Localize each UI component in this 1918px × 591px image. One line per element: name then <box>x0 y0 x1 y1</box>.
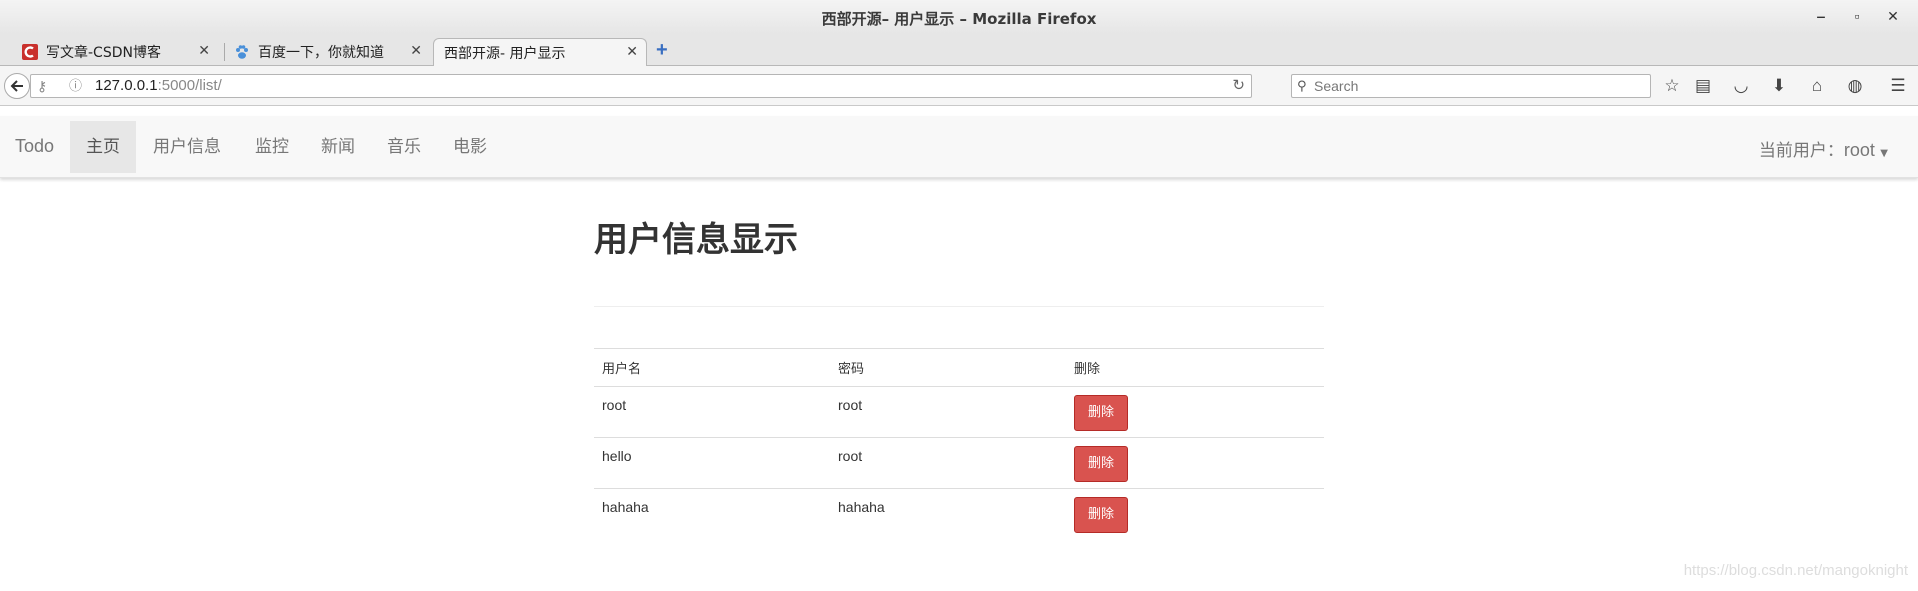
search-icon: ⚲ <box>1297 78 1307 93</box>
url-text: 127.0.0.1:5000/list/ <box>95 77 222 94</box>
bookmark-star-icon[interactable]: ☆ <box>1661 75 1683 97</box>
close-tab-icon[interactable]: ✕ <box>198 43 210 59</box>
menu-icon[interactable]: ☰ <box>1887 75 1909 97</box>
reload-icon[interactable]: ↻ <box>1232 75 1245 97</box>
tab-label: 百度一下，你就知道 <box>258 45 384 61</box>
username-cell: hello <box>594 437 830 489</box>
window-titlebar: 西部开源– 用户显示 – Mozilla Firefox ‒ ▫ ✕ <box>0 0 1918 34</box>
table-row: root root 删除 <box>594 386 1324 438</box>
tab-baidu[interactable]: 百度一下，你就知道 ✕ <box>224 38 430 66</box>
download-icon[interactable]: ⬇ <box>1768 75 1790 97</box>
table-header-row: 用户名 密码 删除 <box>594 348 1324 387</box>
nav-item-music[interactable]: 音乐 <box>371 121 437 173</box>
column-header-username: 用户名 <box>594 348 830 387</box>
url-bar[interactable]: ⚷ ⓘ 127.0.0.1:5000/list/ ↻ <box>30 74 1252 98</box>
key-icon[interactable]: ⚷ <box>37 75 47 97</box>
action-cell: 删除 <box>1066 488 1324 540</box>
divider <box>594 306 1324 307</box>
table-row: hahaha hahaha 删除 <box>594 488 1324 540</box>
back-button[interactable] <box>4 73 30 99</box>
username-cell: root <box>594 386 830 438</box>
minimize-button[interactable]: ‒ <box>1810 6 1832 26</box>
delete-button[interactable]: 删除 <box>1074 395 1128 431</box>
watermark-text: https://blog.csdn.net/mangoknight <box>1683 562 1908 579</box>
password-cell: root <box>830 386 1066 438</box>
sync-icon[interactable]: ◍ <box>1844 75 1866 97</box>
tab-label: 写文章-CSDN博客 <box>46 45 161 61</box>
column-header-password: 密码 <box>830 348 1066 387</box>
tab-label: 西部开源- 用户显示 <box>444 46 566 62</box>
baidu-paw-icon <box>234 44 250 60</box>
column-header-delete: 删除 <box>1066 348 1324 387</box>
close-tab-icon[interactable]: ✕ <box>626 44 638 60</box>
password-cell: root <box>830 437 1066 489</box>
nav-item-home[interactable]: 主页 <box>70 121 136 173</box>
action-cell: 删除 <box>1066 437 1324 489</box>
current-user-label: 当前用户： <box>1758 141 1844 161</box>
tab-user-display[interactable]: 西部开源- 用户显示 ✕ <box>433 38 647 67</box>
action-cell: 删除 <box>1066 386 1324 438</box>
nav-item-news[interactable]: 新闻 <box>305 121 371 173</box>
nav-item-user-info[interactable]: 用户信息 <box>137 121 237 173</box>
table-row: hello root 删除 <box>594 437 1324 489</box>
pocket-icon[interactable]: ◡ <box>1730 75 1752 97</box>
reading-list-icon[interactable]: ▤ <box>1692 75 1714 97</box>
username-cell: hahaha <box>594 488 830 540</box>
back-arrow-icon <box>10 80 23 92</box>
delete-button[interactable]: 删除 <box>1074 446 1128 482</box>
navigation-toolbar: ⚷ ⓘ 127.0.0.1:5000/list/ ↻ ⚲ Search ☆ ▤ … <box>0 66 1918 106</box>
close-window-button[interactable]: ✕ <box>1882 6 1904 26</box>
home-icon[interactable]: ⌂ <box>1806 75 1828 97</box>
maximize-button[interactable]: ▫ <box>1846 6 1868 26</box>
brand-link[interactable]: Todo <box>15 136 54 157</box>
current-user-name: root <box>1843 140 1875 160</box>
current-user-dropdown[interactable]: 当前用户：root ▼ <box>1759 136 1888 161</box>
delete-button[interactable]: 删除 <box>1074 497 1128 533</box>
tab-csdn[interactable]: 写文章-CSDN博客 ✕ <box>12 38 218 66</box>
password-cell: hahaha <box>830 488 1066 540</box>
nav-item-movies[interactable]: 电影 <box>437 121 503 173</box>
nav-item-monitor[interactable]: 监控 <box>239 121 305 173</box>
caret-down-icon: ▼ <box>1880 148 1888 159</box>
search-placeholder: Search <box>1314 78 1359 94</box>
info-icon[interactable]: ⓘ <box>69 75 82 97</box>
new-tab-button[interactable]: + <box>656 39 668 62</box>
csdn-icon <box>22 44 38 60</box>
window-title: 西部开源– 用户显示 – Mozilla Firefox <box>821 10 1097 28</box>
tab-strip: 写文章-CSDN博客 ✕ 百度一下，你就知道 ✕ 西部开源- 用户显示 ✕ + <box>0 34 1918 67</box>
close-tab-icon[interactable]: ✕ <box>410 43 422 59</box>
app-navbar: Todo 主页 用户信息 监控 新闻 音乐 电影 当前用户：root ▼ <box>0 116 1918 178</box>
search-input[interactable]: ⚲ Search <box>1291 74 1651 98</box>
page-title: 用户信息显示 <box>594 220 798 260</box>
user-table: 用户名 密码 删除 root root 删除 hello root 删除 hah… <box>594 348 1324 540</box>
